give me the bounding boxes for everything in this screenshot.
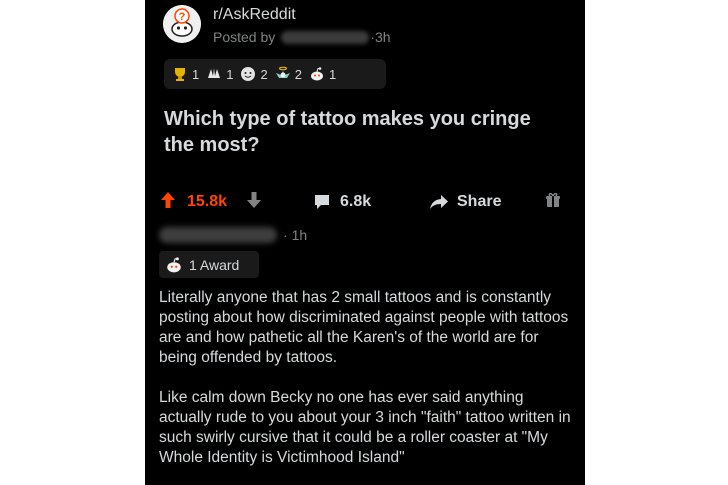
subreddit-icon[interactable]: ? [163,5,201,43]
comment-award-label: 1 Award [189,256,240,273]
comment-paragraph: Literally anyone that has 2 small tattoo… [159,289,569,366]
comments-button[interactable]: 6.8k [313,189,371,215]
comment-bubble-icon [313,193,331,211]
comment-award-badge[interactable]: 1 Award [159,251,259,278]
award-wholesome-hands: 1 [206,66,233,82]
award-count: 1 [226,66,234,82]
comment-paragraph: Like calm down Becky no one has ever sai… [159,389,571,466]
award-count: 2 [294,66,302,82]
comment-byline: · 1h [159,224,307,246]
post-title[interactable]: Which type of tattoo makes you cringe th… [164,106,564,158]
award-angel: 2 [275,66,302,82]
reddit-post-screen: ? r/AskReddit Posted by ·3h 1 1 2 2 1 Wh… [145,0,585,485]
face-award-icon [240,66,256,82]
downvote-arrow-icon [246,191,262,214]
comment-age: 1h [291,227,308,243]
share-arrow-icon [429,194,449,210]
post-action-bar: 15.8k 6.8k Share [145,189,585,215]
redacted-comment-username [159,227,277,243]
post-age: 3h [374,29,391,45]
wholesome-hands-award-icon [206,66,222,82]
award-count: 1 [192,66,200,82]
svg-text:?: ? [179,11,186,23]
downvote-button[interactable] [246,189,262,215]
award-button[interactable] [545,189,561,215]
snoo-award-icon [309,66,325,82]
gift-icon [545,192,561,213]
angel-award-icon [275,66,291,82]
award-count: 2 [260,66,268,82]
comment-count: 6.8k [340,193,372,210]
share-label: Share [457,193,502,210]
award-count: 1 [328,66,337,82]
upvote-count: 15.8k [187,193,228,210]
post-byline: Posted by ·3h [213,29,391,45]
upvote-button[interactable] [160,189,176,215]
snoo-award-icon [165,256,183,274]
redacted-username [281,30,370,44]
post-awards-bar[interactable]: 1 1 2 2 1 [164,59,386,89]
upvote-arrow-icon [160,191,176,214]
award-snoo: 1 [309,66,336,82]
share-button[interactable]: Share [429,189,501,215]
award-gold-cup: 1 [172,66,199,82]
posted-by-label: Posted by [213,29,276,45]
comment-body: Literally anyone that has 2 small tattoo… [159,288,579,468]
gold-cup-award-icon [172,66,188,82]
subreddit-name[interactable]: r/AskReddit [213,6,296,24]
award-face: 2 [240,66,268,82]
